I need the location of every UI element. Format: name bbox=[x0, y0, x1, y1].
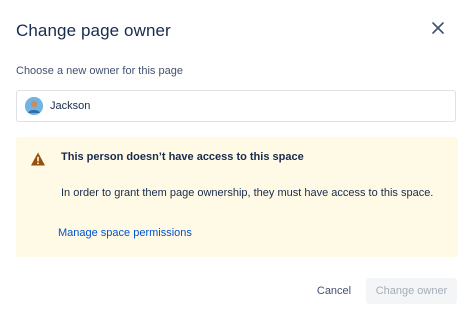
change-owner-dialog: Change page owner Choose a new owner for… bbox=[0, 0, 475, 319]
owner-value: Jackson bbox=[50, 100, 91, 112]
warning-title: This person doesn’t have access to this … bbox=[61, 151, 304, 163]
cancel-button[interactable]: Cancel bbox=[310, 279, 358, 303]
change-owner-button[interactable]: Change owner bbox=[366, 278, 457, 304]
access-warning-banner: This person doesn’t have access to this … bbox=[16, 137, 458, 257]
warning-message: In order to grant them page ownership, t… bbox=[61, 187, 434, 199]
close-icon bbox=[432, 22, 444, 34]
user-avatar-icon bbox=[25, 97, 43, 115]
owner-picker-input[interactable]: Jackson bbox=[16, 90, 456, 122]
warning-icon bbox=[31, 152, 45, 166]
manage-space-permissions-link[interactable]: Manage space permissions bbox=[58, 227, 192, 239]
dialog-title: Change page owner bbox=[16, 21, 171, 40]
close-button[interactable] bbox=[424, 14, 452, 42]
owner-field-label: Choose a new owner for this page bbox=[16, 65, 183, 77]
